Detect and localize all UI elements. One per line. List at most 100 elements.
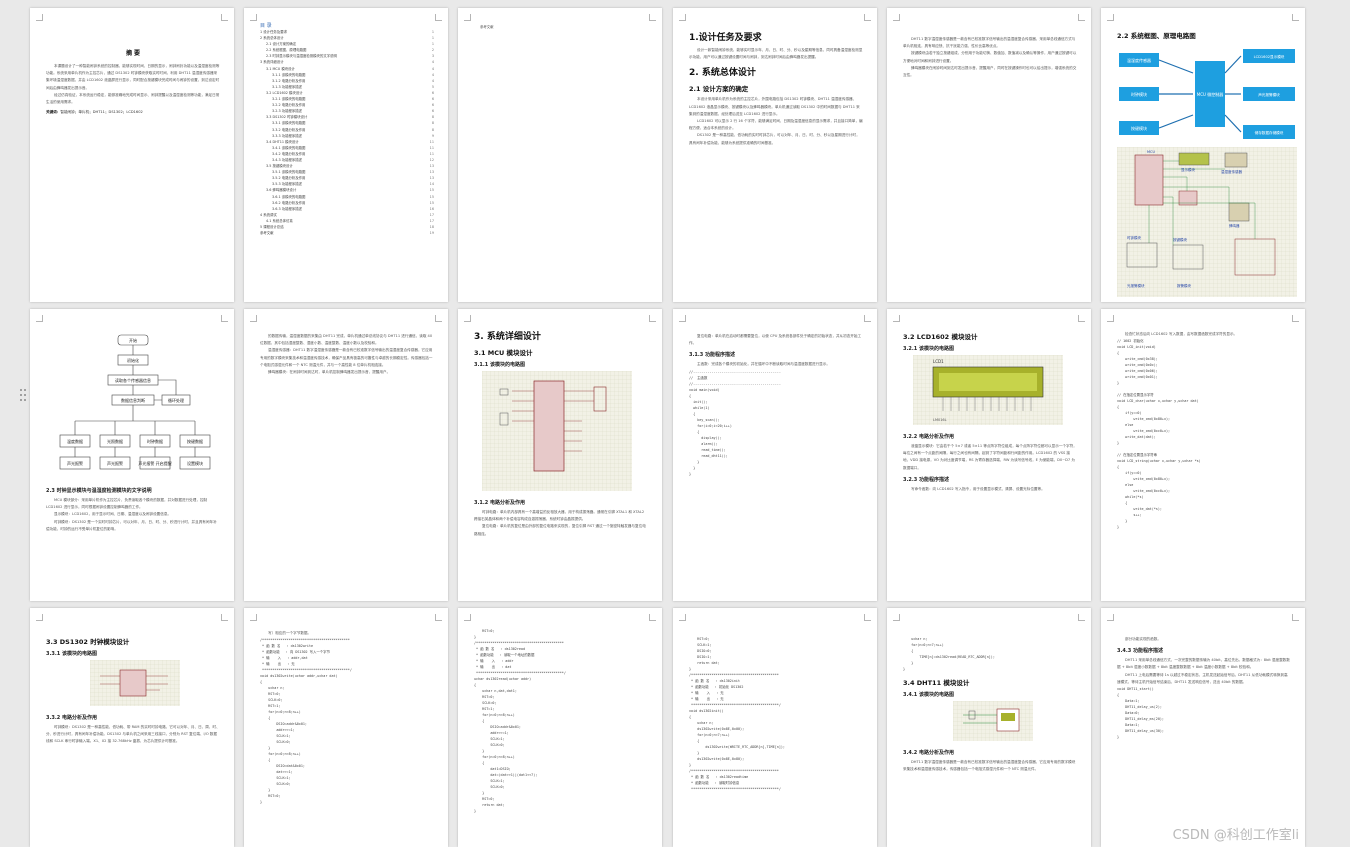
full-schematic: MCU 显示模块 温湿度传感器 时钟模块 按键模块 蜂鸣器 光报警模块 报警模块 (1117, 147, 1297, 297)
flow-branch: 时钟数据 (147, 438, 163, 444)
page-blank: 参考文献 (458, 8, 662, 302)
body-paragraph: 液晶显示模块：它由若干个 5×7 或者 5×11 等点阵字符位组成，每个点阵字符… (903, 444, 1077, 470)
drag-handle-icon[interactable] (19, 388, 27, 402)
code-block: uchar n; for(n=0;n<7;n++) { TIME[n]=ds13… (903, 637, 995, 671)
schematic-label: 报警模块 (1177, 283, 1192, 288)
schematic-label: MCU (1147, 150, 1155, 154)
page-toc: 目 录 1 设计任务及要求 1 2 系统总体设计 1 2.1 设计方案的确定 1 2.2 系… (244, 8, 448, 302)
body-paragraph: 部分功能实现的函数。 (1125, 637, 1161, 641)
body-paragraph: 检查忙状态后向 LCD1602 写入数据，由写数据函数完成字符的显示。 (1125, 332, 1238, 336)
block-buzzer: 声光报警模块 (1258, 92, 1280, 97)
page-block-diagram: 2.2 系统框图、原理电路图 温湿度传感器 时钟模块 按键模块 MCU 微控制器… (1101, 8, 1305, 302)
block-key: 按键模块 (1131, 125, 1147, 131)
heading-mcu: 3.1 MCU 模块设计 (474, 349, 533, 357)
code-block: //--------------------------------------… (689, 369, 781, 476)
abstract-title: 摘 要 (125, 50, 141, 57)
body-paragraph: 蜂鸣器模块在闹钟时间到达时发出提示音，提醒用户，同时在按键操作时也可以给出提示，… (903, 65, 1077, 78)
schematic-label: 温湿度传感器 (1221, 169, 1242, 174)
heading-circuit: 3.2.1 该模块的电路图 (903, 346, 954, 352)
flow-action: 声光报警 开启提醒 (138, 460, 171, 466)
heading-block-diagram: 2.2 系统框图、原理电路图 (1117, 32, 1196, 40)
toc-list: 1 设计任务及要求 1 2 系统总体设计 1 2.1 设计方案的确定 1 2.2 系统框图、… (260, 29, 434, 236)
body-paragraph: DS1302 是一种高性能、低功耗的实时时钟芯片，可以对年、月、日、时、分、秒以… (689, 133, 860, 145)
lcd-model: LM016L (933, 418, 947, 422)
heading-dht11: 3.4 DHT11 模块设计 (903, 679, 970, 687)
flow-action: 设置模块 (187, 460, 203, 466)
heading-ds1302: 3.3 DS1302 时钟模块设计 (46, 638, 130, 646)
page-ds1302-design: 3.3 DS1302 时钟模块设计 3.3.1 该模块的电路图 3.3.2 电路… (30, 608, 234, 847)
schematic-label: 按键模块 (1173, 237, 1188, 242)
page-ds1302-code-2: RST=0; } /******************************… (458, 608, 662, 847)
keywords-label: 关键词： (46, 110, 61, 115)
body-paragraph: 时钟电路：单片机内部具有一个高增益的反相放大器，用于构成振荡器。通常在引脚 XT… (474, 510, 645, 522)
page-abstract: 摘 要 本课题设计了一种智能闹钟系统的控制器，能够实现时间、日期的显示，闹钟闹铃… (30, 8, 234, 302)
page-lcd-design: 3.2 LCD1602 模块设计 3.2.1 该模块的电路图 LCD1 LM01… (887, 309, 1091, 601)
flow-branch: 光照数据 (107, 438, 123, 444)
schematic-label: 蜂鸣器 (1229, 223, 1240, 228)
schematic-label: 时钟模块 (1127, 235, 1142, 240)
body-paragraph: DHT11 采用单总线通信方式，一次完整的数据传输为 40bit，高位先出。数据… (1117, 658, 1290, 670)
heading-analysis: 3.2.2 电路分析及作用 (903, 434, 954, 440)
flow-init: 初始化 (127, 357, 139, 363)
body-paragraph: 蜂鸣器模块：在闹钟时间到达时，单片机控制蜂鸣器发出提示音，提醒用户。 (268, 370, 391, 375)
toc-entry[interactable]: 参考文献 19 (260, 230, 434, 236)
heading-analysis: 3.1.2 电路分析及作用 (474, 500, 525, 506)
toc-entry-page: 19 (429, 231, 434, 236)
page-mcu-design: 3. 系统详细设计 3.1 MCU 模块设计 3.1.1 该模块的电路图 3.1… (458, 309, 662, 601)
heading-lcd: 3.2 LCD1602 模块设计 (903, 333, 978, 341)
body-paragraph: MCU 模块部分：采用单片机作为主控芯片，负责读取各个模块的数据，并对数据进行处… (46, 498, 208, 510)
block-clock: 时钟模块 (1131, 91, 1147, 97)
block-mcu: MCU 微控制器 (1197, 91, 1223, 97)
page-module-text: 的数据传输，温湿度数据的采集由 DHT11 完成，单片机通过单总线协议与 DHT… (244, 309, 448, 601)
heading-circuit: 3.4.1 该模块的电路图 (903, 692, 954, 698)
page-dht11-program: 部分功能实现的函数。 3.4.3 功能程序描述 DHT11 采用单总线通信方式，… (1101, 608, 1305, 847)
flow-branch: 按键数据 (187, 438, 203, 444)
body-paragraph: 时钟模块：DS1302 是一个实时时钟芯片，可以对年、月、日、时、分、秒进行计时… (46, 519, 217, 531)
flow-analyze: 数据信息判断 (121, 397, 145, 403)
page-dht11-design: uchar n; for(n=0;n<7;n++) { TIME[n]=ds13… (887, 608, 1091, 847)
body-paragraph: DHT11 数字温湿度传感器是一款含有已校准数字信号输出的温湿度复合传感器，采用… (903, 37, 1076, 49)
code-block: RST=0; SCLK=1; DSIO=0; DSIO=1; return da… (689, 637, 785, 791)
lcd-schematic: LCD1 LM016L (913, 355, 1063, 425)
body-paragraph: 复位电路：单片机在启动时都需要复位，以使 CPU 及系统各部件处于确定的初始状态… (689, 334, 862, 346)
flow-read: 读取各个传感器信息 (115, 377, 151, 383)
body-paragraph: 显示模块：LCD1602，用于显示时间、日期、温湿度以及闹钟设置信息。 (54, 512, 172, 517)
code-block: RST=0; } /******************************… (474, 629, 566, 813)
schematic-label: 光报警模块 (1127, 283, 1145, 288)
toc-entry-title: 参考文献 (260, 231, 274, 236)
body-paragraph: 写）相应的一个字节数据。 (268, 631, 312, 635)
body-paragraph: 时钟模块：DS1302 是一种高性能、低功耗、带 RAM 的实时时钟电路，它可以… (46, 725, 220, 744)
heading-program: 3.2.3 功能程序描述 (903, 476, 949, 483)
body-paragraph: DHT11 上电后需要等待 1s 以越过不稳定状态，主机发送起始信号后，DHT1… (1117, 672, 1288, 684)
keywords-text: 智能闹钟；单片机；DHT11；DS1302；LCD1602 (60, 110, 143, 115)
flow-start: 开始 (129, 337, 137, 343)
watermark: CSDN @科创工作室li (1172, 828, 1299, 843)
body-paragraph: 写命令函数：向 LCD1602 写入指令，用于设置显示模式、清屏、设置光标位置等… (911, 486, 1045, 491)
heading-analysis: 3.4.2 电路分析及作用 (903, 750, 954, 756)
keywords: 关键词：智能闹钟；单片机；DHT11；DS1302；LCD1602 (46, 110, 220, 115)
page-mcu-program: 复位电路：单片机在启动时都需要复位，以使 CPU 及系统各部件处于确定的初始状态… (673, 309, 877, 601)
mcu-schematic (482, 371, 632, 491)
heading-analysis: 3.3.2 电路分析及作用 (46, 715, 97, 721)
heading-circuit: 3.3.1 该模块的电路图 (46, 651, 97, 657)
page-design-task: 1.设计任务及要求 设计一款智能闹钟系统，能够实时显示年、月、日、时、分、秒以及… (673, 8, 877, 302)
heading-program: 3.1.3 功能程序描述 (689, 352, 735, 359)
page-flowchart: 开始 初始化 读取各个传感器信息 数据信息判断 循环处理 温度数据 光照数据 时… (30, 309, 234, 601)
heading-module-description: 2.3 时钟显示模块与温湿度检测模块的文字说明 (46, 488, 152, 494)
body-paragraph: DHT11 数字温湿度传感器是一款含有已校准数字信号输出的温湿度复合传感器，它应… (903, 760, 1076, 772)
flow-cycle: 循环处理 (168, 397, 184, 403)
heading-circuit: 3.1.1 该模块的电路图 (474, 362, 525, 368)
body-paragraph: 主函数：完成各个模块的初始化，并在循环中不断读取时间与温湿度数据进行显示。 (697, 362, 830, 367)
schematic-label: 显示模块 (1181, 167, 1196, 172)
heading-detailed-design: 3. 系统详细设计 (474, 332, 541, 342)
lcd-label: LCD1 (933, 359, 944, 364)
block-lcd: LCD1602显示模块 (1254, 54, 1285, 59)
toc-title: 目 录 (260, 23, 272, 29)
body-paragraph: 按键模块由若干独立按键组成，分别用于功能切换、数值加、数值减以及确认等操作，用户… (903, 51, 1077, 63)
flow-action: 声光报警 (107, 460, 123, 466)
code-block: /***************************************… (260, 638, 352, 805)
heading-scheme: 2.1 设计方案的确定 (689, 85, 749, 94)
page-ds1302-code-3: RST=0; SCLK=1; DSIO=0; DSIO=1; return da… (673, 608, 877, 847)
flow-branch: 温度数据 (67, 438, 83, 444)
abstract-paragraph: 经过仿真验证，本系统运行稳定，能够准确地完成时间显示、闹钟提醒以及温湿度检测等功… (46, 92, 220, 105)
